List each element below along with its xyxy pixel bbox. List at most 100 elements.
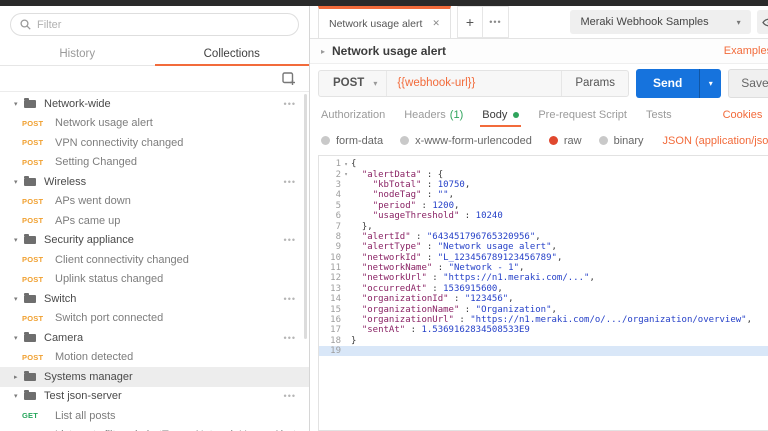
item-options-icon[interactable]: ••• bbox=[284, 333, 296, 343]
tree-folder-network-wide[interactable]: ▾ Network-wide ••• bbox=[0, 94, 309, 114]
tree-request-uplink-status-changed[interactable]: POST Uplink status changed bbox=[0, 270, 309, 290]
code-line-19[interactable]: 19 bbox=[319, 346, 768, 357]
item-options-icon[interactable]: ••• bbox=[284, 294, 296, 304]
json-key: "usageThreshold" bbox=[372, 211, 460, 222]
method-badge: POST bbox=[22, 157, 44, 167]
code-line-2[interactable]: 2 ▾ "alertData" : { bbox=[319, 169, 768, 180]
add-tab-icon[interactable]: + bbox=[458, 7, 482, 37]
body-type-form-data[interactable]: form-data bbox=[321, 135, 383, 147]
caret-right-icon[interactable]: ▸ bbox=[14, 373, 24, 381]
method-badge: POST bbox=[22, 255, 44, 265]
tree-request-setting-changed[interactable]: POST Setting Changed bbox=[0, 153, 309, 173]
tree-request-switch-port-connected[interactable]: POST Switch port connected bbox=[0, 309, 309, 329]
tab-tests[interactable]: Tests bbox=[646, 102, 672, 128]
code-line-1[interactable]: 1 ▾{ bbox=[319, 159, 768, 169]
code-line-16[interactable]: 16 "organizationUrl" : "https://n1.merak… bbox=[319, 315, 768, 325]
caret-down-icon[interactable]: ▾ bbox=[14, 100, 24, 108]
code-line-7[interactable]: 7 }, bbox=[319, 221, 768, 232]
tree-request-motion-detected[interactable]: POST Motion detected bbox=[0, 348, 309, 368]
caret-down-icon[interactable]: ▾ bbox=[14, 334, 24, 342]
url-input[interactable] bbox=[387, 77, 562, 89]
json-key: "organizationId" bbox=[361, 294, 449, 305]
tree-request-list-all-posts[interactable]: GET List all posts bbox=[0, 406, 309, 426]
json-key: "occurredAt" bbox=[361, 283, 427, 294]
params-button[interactable]: Params bbox=[561, 70, 628, 96]
send-options-caret[interactable]: ▾ bbox=[699, 68, 721, 98]
tab-authorization[interactable]: Authorization bbox=[321, 102, 385, 128]
tree-folder-systems-manager[interactable]: ▸ Systems manager bbox=[0, 367, 309, 387]
item-options-icon[interactable]: ••• bbox=[284, 391, 296, 401]
new-collection-icon[interactable] bbox=[282, 71, 296, 86]
item-options-icon[interactable]: ••• bbox=[284, 177, 296, 187]
body-type-x-www-form-urlencoded[interactable]: x-www-form-urlencoded bbox=[400, 135, 532, 147]
tab-body[interactable]: Body bbox=[480, 102, 522, 128]
code-line-3[interactable]: 3 "kbTotal" : 10750, bbox=[319, 180, 768, 190]
tree-folder-switch[interactable]: ▾ Switch ••• bbox=[0, 289, 309, 309]
filter-box[interactable] bbox=[10, 13, 299, 36]
tree-request-vpn-connectivity-changed[interactable]: POST VPN connectivity changed bbox=[0, 133, 309, 153]
item-options-icon[interactable]: ••• bbox=[284, 235, 296, 245]
environment-quicklook-button[interactable] bbox=[756, 10, 768, 34]
code-line-14[interactable]: 14 "organizationId" : "123456", bbox=[319, 294, 768, 304]
environment-area: Meraki Webhook Samples ▾ ⚙ bbox=[570, 6, 768, 38]
tab-pre-request-script[interactable]: Pre-request Script bbox=[538, 102, 627, 128]
request-tab[interactable]: Network usage alert ✕ bbox=[318, 6, 451, 38]
caret-down-icon[interactable]: ▾ bbox=[14, 178, 24, 186]
code-line-10[interactable]: 10 "networkId" : "L_123456789123456789", bbox=[319, 253, 768, 263]
json-punct: : bbox=[459, 211, 476, 222]
code-line-12[interactable]: 12 "networkUrl" : "https://n1.meraki.com… bbox=[319, 273, 768, 283]
line-number: 9 bbox=[335, 242, 341, 253]
folder-icon bbox=[24, 175, 36, 186]
more-icon[interactable]: ••• bbox=[481, 7, 508, 37]
content-type-selector[interactable]: JSON (application/json) ▾ bbox=[663, 135, 768, 147]
code-line-13[interactable]: 13 "occurredAt" : 1536915600, bbox=[319, 284, 768, 294]
sidebar-scrollbar[interactable] bbox=[304, 94, 307, 339]
cookies-link[interactable]: Cookies bbox=[723, 109, 763, 121]
code-line-8[interactable]: 8 "alertId" : "643451796765320956", bbox=[319, 232, 768, 242]
code-line-4[interactable]: 4 "nodeTag" : "", bbox=[319, 190, 768, 200]
tree-request-aps-went-down[interactable]: POST APs went down bbox=[0, 192, 309, 212]
code-line-15[interactable]: 15 "organizationName" : "Organization", bbox=[319, 304, 768, 315]
code-line-18[interactable]: 18} bbox=[319, 336, 768, 346]
code-line-6[interactable]: 6 "usageThreshold" : 10240 bbox=[319, 211, 768, 221]
tree-folder-test-json-server[interactable]: ▾ Test json-server ••• bbox=[0, 387, 309, 407]
send-button[interactable]: Send bbox=[636, 69, 699, 98]
code-line-5[interactable]: 5 "period" : 1200, bbox=[319, 201, 768, 211]
filter-input[interactable] bbox=[37, 18, 289, 31]
code-line-11[interactable]: 11 "networkName" : "Network - 1", bbox=[319, 263, 768, 273]
sidebar-tab-history[interactable]: History bbox=[0, 42, 155, 65]
folder-icon bbox=[24, 390, 36, 401]
code-content: "networkUrl" : "https://n1.meraki.com/..… bbox=[351, 273, 595, 283]
method-label: POST bbox=[333, 77, 365, 89]
item-options-icon[interactable]: ••• bbox=[284, 99, 296, 109]
body-type-binary[interactable]: binary bbox=[598, 135, 644, 147]
tree-request-list-posts-filtered-alerttype-network-usage-alert[interactable]: GETList posts filtered alertType - Netwo… bbox=[0, 426, 309, 431]
tree-folder-wireless[interactable]: ▾ Wireless ••• bbox=[0, 172, 309, 192]
tree-folder-camera[interactable]: ▾ Camera ••• bbox=[0, 328, 309, 348]
app-window: HistoryCollections ▾ Network-wide ••• POST N… bbox=[0, 6, 768, 431]
eye-icon bbox=[761, 18, 768, 26]
save-button[interactable]: Save bbox=[729, 70, 768, 97]
tree-folder-security-appliance[interactable]: ▾ Security appliance ••• bbox=[0, 231, 309, 251]
json-key: "alertData" bbox=[361, 169, 422, 180]
sidebar-tab-collections[interactable]: Collections bbox=[154, 42, 310, 66]
caret-down-icon[interactable]: ▾ bbox=[14, 236, 24, 244]
tree-request-client-connectivity-changed[interactable]: POST Client connectivity changed bbox=[0, 250, 309, 270]
caret-right-icon[interactable]: ▸ bbox=[321, 47, 325, 56]
body-type-raw[interactable]: raw bbox=[548, 135, 582, 147]
line-number: 13 bbox=[330, 283, 341, 294]
caret-down-icon[interactable]: ▾ bbox=[14, 392, 24, 400]
close-icon[interactable]: ✕ bbox=[432, 18, 440, 29]
code-line-17[interactable]: 17 "sentAt" : 1.5369162834508533E9 bbox=[319, 325, 768, 335]
examples-dropdown[interactable]: Examples (1) ▾ bbox=[724, 45, 768, 57]
caret-down-icon[interactable]: ▾ bbox=[14, 295, 24, 303]
tree-request-network-usage-alert[interactable]: POST Network usage alert bbox=[0, 114, 309, 134]
main-panel: Network usage alert ✕ + ••• Meraki Webho… bbox=[310, 6, 768, 431]
body-editor[interactable]: 1 ▾{2 ▾ "alertData" : {3 "kbTotal" : 10750… bbox=[318, 155, 768, 431]
tab-headers[interactable]: Headers (1) bbox=[404, 102, 463, 128]
method-selector[interactable]: POST ▾ bbox=[319, 70, 388, 96]
radio-label: x-www-form-urlencoded bbox=[415, 134, 532, 147]
code-line-9[interactable]: 9 "alertType" : "Network usage alert", bbox=[319, 242, 768, 252]
environment-selector[interactable]: Meraki Webhook Samples ▾ bbox=[570, 10, 751, 34]
tree-request-aps-came-up[interactable]: POST APs came up bbox=[0, 211, 309, 231]
